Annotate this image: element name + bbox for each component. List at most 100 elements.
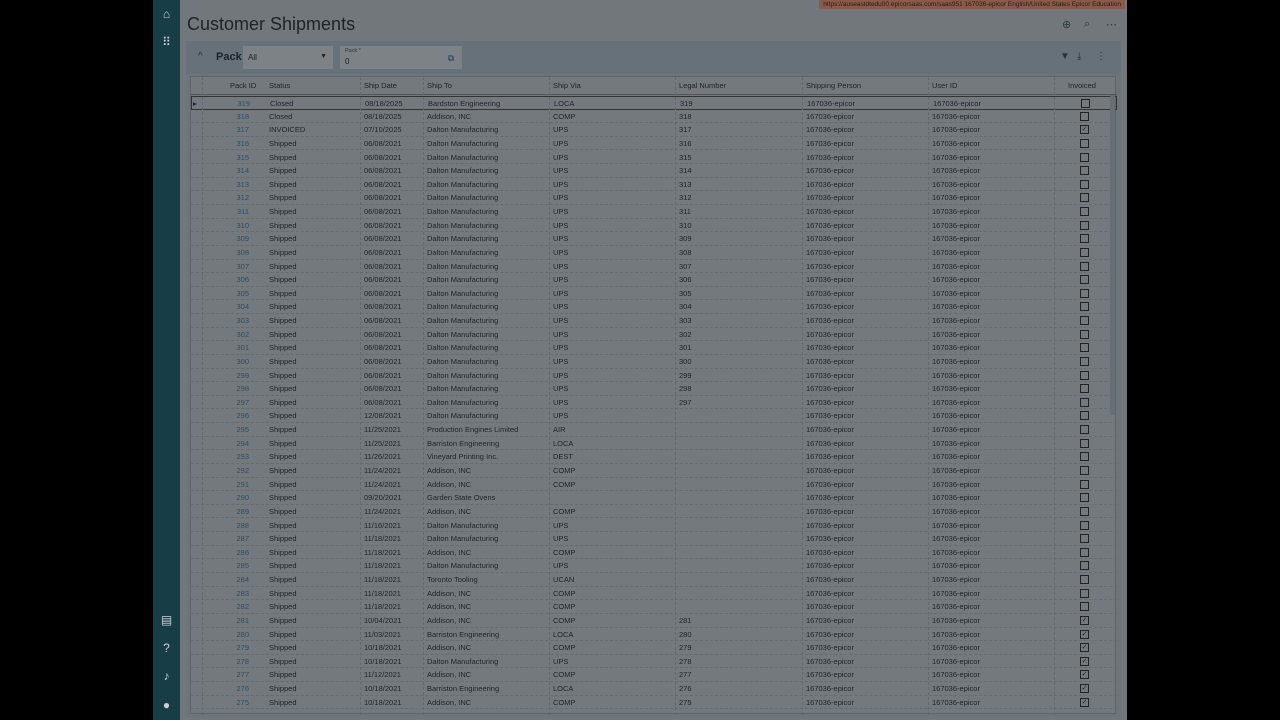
pack-input[interactable]: Pack * 0 ⧉ bbox=[340, 46, 462, 69]
pack-id-cell[interactable]: 276 bbox=[209, 684, 249, 693]
table-row[interactable]: 288 Shipped 11/16/2021 Dalton Manufacturing… bbox=[191, 519, 1117, 533]
invoiced-checkbox[interactable] bbox=[1080, 425, 1089, 435]
pack-id-cell[interactable]: 281 bbox=[209, 616, 249, 625]
table-row[interactable]: 316 Shipped 06/08/2021 Dalton Manufacturing… bbox=[191, 137, 1117, 151]
invoiced-checkbox[interactable]: ✓ bbox=[1080, 670, 1089, 680]
table-row[interactable]: 311 Shipped 06/08/2021 Dalton Manufacturing… bbox=[191, 205, 1117, 219]
table-row[interactable]: 287 Shipped 11/18/2021 Dalton Manufacturing… bbox=[191, 532, 1117, 546]
bell-icon[interactable]: ♪ bbox=[153, 666, 180, 686]
vertical-scrollbar[interactable] bbox=[1110, 95, 1115, 415]
invoiced-checkbox[interactable]: ✓ bbox=[1080, 656, 1089, 666]
pack-id-cell[interactable]: 311 bbox=[209, 207, 249, 216]
column-header-ship-via[interactable]: Ship Via bbox=[553, 81, 581, 90]
table-row[interactable]: 281 Shipped 10/04/2021 Addison, INC COMP 281 1… bbox=[191, 614, 1117, 628]
filter-icon[interactable]: ▼ bbox=[1060, 51, 1070, 62]
pack-id-cell[interactable]: 318 bbox=[209, 112, 249, 121]
invoiced-checkbox[interactable] bbox=[1080, 479, 1089, 489]
table-row[interactable]: 291 Shipped 11/24/2021 Addison, INC COMP 1670… bbox=[191, 478, 1117, 492]
invoiced-checkbox[interactable] bbox=[1081, 99, 1090, 108]
invoiced-checkbox[interactable] bbox=[1080, 329, 1089, 339]
add-icon[interactable]: ⊕ bbox=[1062, 18, 1071, 31]
table-row[interactable]: 294 Shipped 11/25/2021 Barriston Engineerin… bbox=[191, 437, 1117, 451]
table-row[interactable]: 284 Shipped 11/18/2021 Toronto Tooling UCAN 1… bbox=[191, 573, 1117, 587]
invoiced-checkbox[interactable] bbox=[1080, 397, 1089, 407]
table-row[interactable]: 319 Closed 08/18/2025 Bardston Engineering L… bbox=[191, 96, 1117, 110]
pack-id-cell[interactable]: 301 bbox=[209, 343, 249, 352]
invoiced-checkbox[interactable] bbox=[1080, 588, 1089, 598]
invoiced-checkbox[interactable] bbox=[1080, 466, 1089, 475]
table-row[interactable]: 303 Shipped 06/08/2021 Dalton Manufacturing… bbox=[191, 314, 1117, 328]
invoiced-checkbox[interactable] bbox=[1080, 275, 1089, 285]
pack-id-cell[interactable]: 299 bbox=[209, 371, 249, 380]
pack-id-cell[interactable]: 317 bbox=[209, 125, 249, 134]
pack-id-cell[interactable]: 296 bbox=[209, 411, 249, 420]
home-icon[interactable]: ⌂ bbox=[153, 4, 180, 24]
table-row[interactable]: 277 Shipped 11/12/2021 Addison, INC COMP 277 1… bbox=[191, 668, 1117, 683]
pack-id-cell[interactable]: 315 bbox=[209, 153, 249, 162]
invoiced-checkbox[interactable]: ✓ bbox=[1080, 615, 1089, 625]
invoiced-checkbox[interactable] bbox=[1080, 356, 1089, 366]
pack-id-cell[interactable]: 308 bbox=[209, 248, 249, 257]
invoiced-checkbox[interactable] bbox=[1080, 152, 1089, 162]
invoiced-checkbox[interactable] bbox=[1080, 520, 1089, 530]
invoiced-checkbox[interactable] bbox=[1080, 561, 1089, 571]
pack-id-cell[interactable]: 306 bbox=[209, 275, 249, 284]
column-header-user-id[interactable]: User ID bbox=[932, 81, 957, 90]
pack-id-cell[interactable]: 319 bbox=[210, 99, 250, 108]
table-row[interactable]: 296 Shipped 12/08/2021 Dalton Manufacturing… bbox=[191, 409, 1117, 424]
invoiced-checkbox[interactable] bbox=[1080, 384, 1089, 394]
invoiced-checkbox[interactable] bbox=[1080, 370, 1089, 380]
invoiced-checkbox[interactable] bbox=[1080, 343, 1089, 353]
invoiced-checkbox[interactable] bbox=[1080, 302, 1089, 312]
pack-id-cell[interactable]: 285 bbox=[209, 561, 249, 570]
pack-id-cell[interactable]: 275 bbox=[209, 698, 249, 707]
table-row[interactable]: 306 Shipped 06/08/2021 Dalton Manufacturing… bbox=[191, 273, 1117, 287]
table-row[interactable]: 276 Shipped 10/18/2021 Barriston Engineerin… bbox=[191, 682, 1117, 696]
invoiced-checkbox[interactable] bbox=[1080, 288, 1089, 298]
pack-id-cell[interactable]: 303 bbox=[209, 316, 249, 325]
invoiced-checkbox[interactable] bbox=[1080, 452, 1089, 462]
table-row[interactable]: 282 Shipped 11/18/2021 Addison, INC COMP 1670… bbox=[191, 600, 1117, 614]
table-row[interactable]: 304 Shipped 06/08/2021 Dalton Manufacturing… bbox=[191, 300, 1117, 315]
table-row[interactable]: 318 Closed 08/18/2025 Addison, INC COMP 318 16… bbox=[191, 110, 1117, 124]
invoiced-checkbox[interactable] bbox=[1080, 493, 1089, 503]
table-row[interactable]: 295 Shipped 11/25/2021 Production Engines L… bbox=[191, 423, 1117, 437]
invoiced-checkbox[interactable] bbox=[1080, 220, 1089, 230]
pack-id-cell[interactable]: 289 bbox=[209, 507, 249, 516]
invoiced-checkbox[interactable] bbox=[1080, 111, 1089, 121]
pack-id-cell[interactable]: 310 bbox=[209, 221, 249, 230]
pack-id-cell[interactable]: 287 bbox=[209, 534, 249, 543]
pack-id-cell[interactable]: 298 bbox=[209, 384, 249, 393]
pack-id-cell[interactable]: 294 bbox=[209, 439, 249, 448]
table-row[interactable]: 317 INVOICED 07/10/2025 Dalton Manufacturin… bbox=[191, 123, 1117, 137]
table-row[interactable]: 275 Shipped 10/18/2021 Addison, INC COMP 275 1… bbox=[191, 696, 1117, 710]
invoiced-checkbox[interactable] bbox=[1080, 547, 1089, 557]
chat-icon[interactable]: ▤ bbox=[153, 610, 180, 630]
table-row[interactable]: 283 Shipped 11/18/2021 Addison, INC COMP 1670… bbox=[191, 587, 1117, 601]
table-row[interactable]: 298 Shipped 06/08/2021 Dalton Manufacturing… bbox=[191, 382, 1117, 396]
invoiced-checkbox[interactable]: ✓ bbox=[1080, 629, 1089, 639]
collapse-chevron-icon[interactable]: ^ bbox=[198, 51, 203, 62]
table-row[interactable]: 280 Shipped 11/03/2021 Barriston Engineerin… bbox=[191, 628, 1117, 642]
invoiced-checkbox[interactable] bbox=[1080, 207, 1089, 217]
invoiced-checkbox[interactable]: ✓ bbox=[1080, 643, 1089, 653]
invoiced-checkbox[interactable] bbox=[1080, 138, 1089, 148]
status-filter-select[interactable]: All ▼ bbox=[243, 46, 333, 69]
pack-id-cell[interactable]: 293 bbox=[209, 452, 249, 461]
pack-id-cell[interactable]: 312 bbox=[209, 193, 249, 202]
overflow-menu-icon[interactable]: ⋮ bbox=[1096, 51, 1106, 62]
invoiced-checkbox[interactable] bbox=[1080, 602, 1089, 612]
invoiced-checkbox[interactable] bbox=[1080, 438, 1089, 448]
invoiced-checkbox[interactable] bbox=[1080, 179, 1089, 189]
column-header-ship-to[interactable]: Ship To bbox=[427, 81, 452, 90]
table-row[interactable]: 290 Shipped 09/20/2021 Garden State Ovens 16… bbox=[191, 491, 1117, 505]
pack-id-cell[interactable]: 292 bbox=[209, 466, 249, 475]
pack-id-cell[interactable]: 284 bbox=[209, 575, 249, 584]
invoiced-checkbox[interactable] bbox=[1080, 234, 1089, 244]
invoiced-checkbox[interactable] bbox=[1080, 247, 1089, 257]
table-row[interactable]: 302 Shipped 06/08/2021 Dalton Manufacturing… bbox=[191, 328, 1117, 342]
table-row[interactable]: 313 Shipped 06/08/2021 Dalton Manufacturing… bbox=[191, 178, 1117, 192]
table-row[interactable]: 300 Shipped 06/08/2021 Dalton Manufacturing… bbox=[191, 355, 1117, 369]
pack-id-cell[interactable]: 314 bbox=[209, 166, 249, 175]
pack-id-cell[interactable]: 300 bbox=[209, 357, 249, 366]
